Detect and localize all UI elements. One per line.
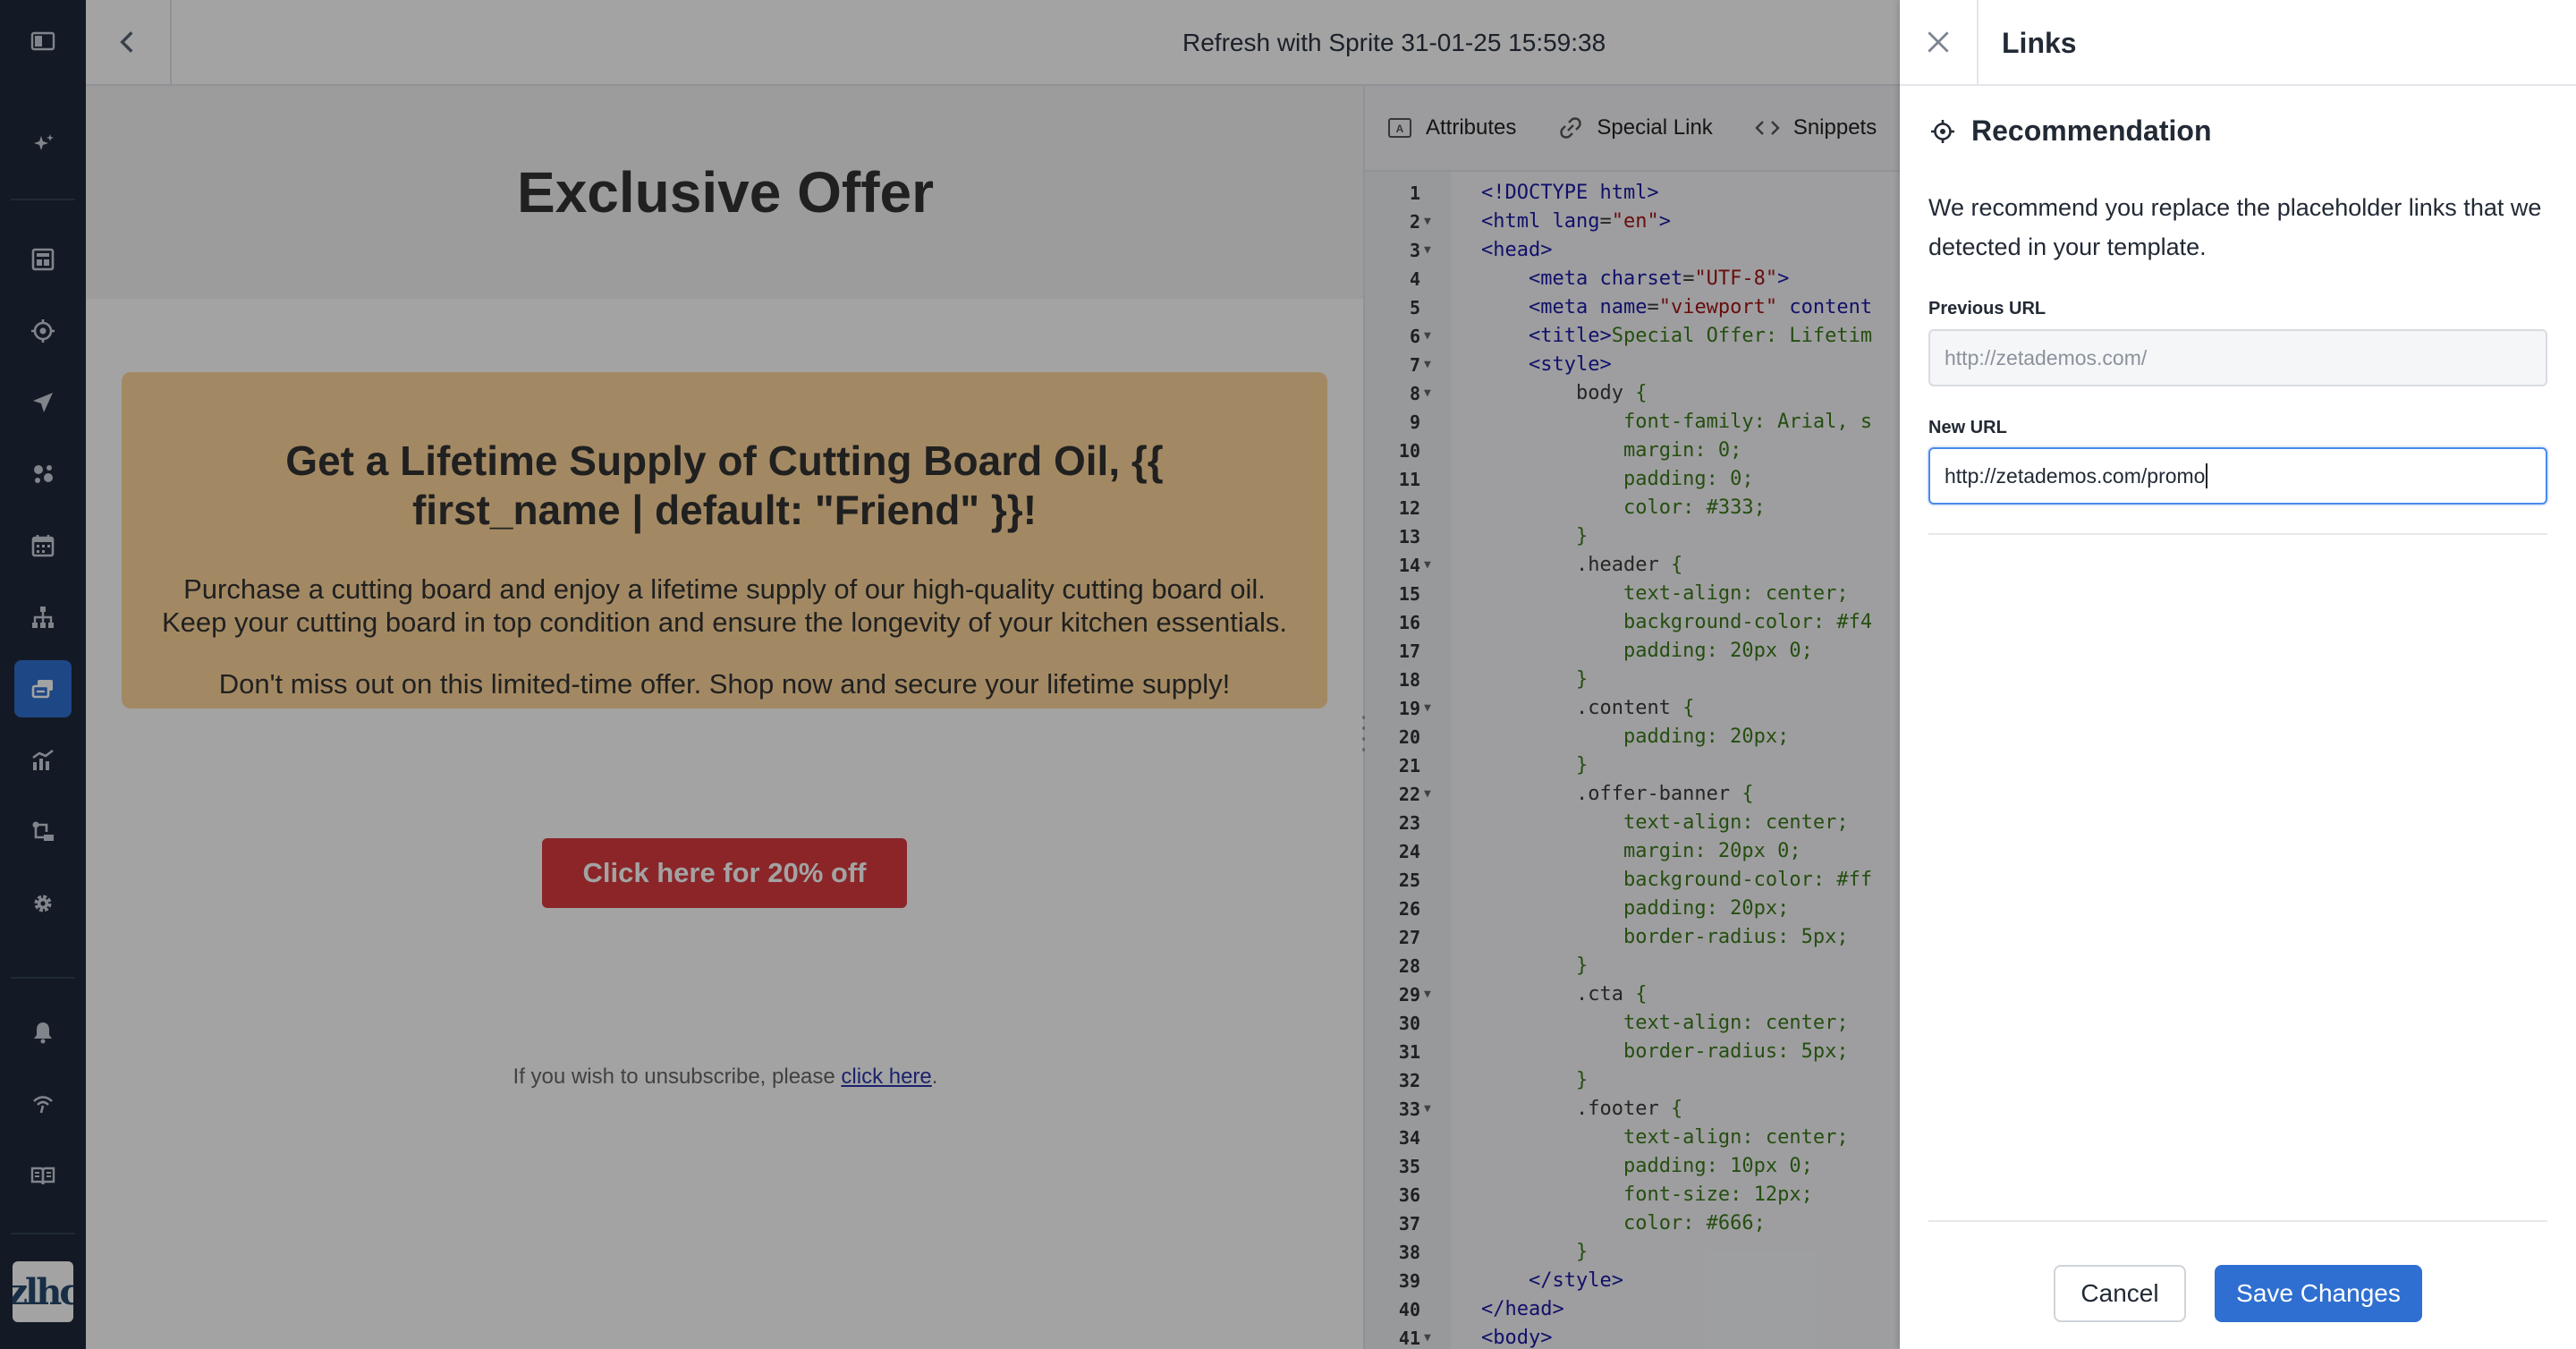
close-icon: [1928, 31, 1949, 53]
new-url-input[interactable]: http://zetademos.com/promo: [1928, 447, 2547, 505]
target-icon: [1931, 119, 1954, 143]
drawer-title: Links: [2002, 27, 2077, 59]
recommendation-title: Recommendation: [1971, 115, 2212, 147]
drawer-divider: [1928, 533, 2547, 535]
cancel-button[interactable]: Cancel: [2054, 1265, 2186, 1322]
previous-url-label: Previous URL: [1928, 299, 2046, 318]
drawer-header: Links: [1900, 0, 2576, 86]
new-url-label: New URL: [1928, 418, 2007, 437]
links-drawer: Links Recommendation We recommend you re…: [1900, 0, 2576, 1349]
drawer-footer-divider: [1928, 1220, 2547, 1222]
new-url-value: http://zetademos.com/promo: [1945, 463, 2206, 488]
modal-backdrop[interactable]: [0, 0, 1900, 1349]
save-changes-button[interactable]: Save Changes: [2215, 1265, 2422, 1322]
app-root: zlhc Refresh with Sprite 31-01-25 15:59:…: [0, 0, 2576, 1349]
previous-url-value: http://zetademos.com/: [1945, 345, 2148, 369]
close-button[interactable]: [1900, 0, 1979, 84]
recommendation-header: Recommendation: [1928, 115, 2211, 148]
text-caret: [2206, 463, 2208, 488]
previous-url-field: http://zetademos.com/: [1928, 329, 2547, 386]
recommendation-description: We recommend you replace the placeholder…: [1928, 194, 2542, 260]
